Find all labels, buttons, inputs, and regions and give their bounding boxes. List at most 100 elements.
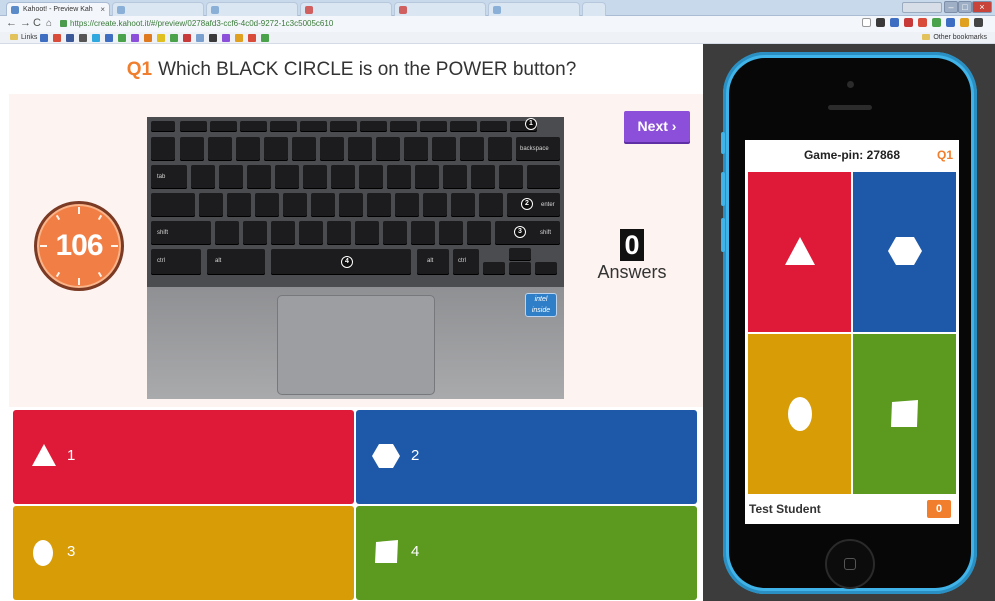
key — [275, 165, 299, 189]
bookmark-icon[interactable] — [170, 34, 178, 42]
answer-tile-4[interactable]: 4 — [356, 506, 697, 600]
home-button[interactable] — [825, 539, 875, 589]
home-square-icon — [844, 558, 856, 570]
extension-icon[interactable] — [946, 18, 955, 27]
key — [439, 221, 463, 245]
timer-value: 106 — [55, 229, 103, 262]
key — [151, 137, 175, 161]
square-icon — [375, 540, 398, 563]
phone-answer-triangle[interactable] — [748, 172, 851, 332]
keyboard: backspace tab enter shift shift ctrl alt… — [147, 117, 564, 287]
menu-icon[interactable] — [974, 18, 983, 27]
extension-icon[interactable] — [904, 18, 913, 27]
answer-tile-3[interactable]: 3 — [13, 506, 354, 600]
tab-background-5[interactable] — [488, 2, 580, 16]
bookmark-links[interactable]: Links — [10, 32, 37, 43]
bookmark-icon[interactable] — [157, 34, 165, 42]
bookmark-icon[interactable] — [79, 34, 87, 42]
bookmark-icon[interactable] — [53, 34, 61, 42]
bookmark-other[interactable]: Other bookmarks — [922, 32, 987, 43]
bookmark-icon[interactable] — [261, 34, 269, 42]
bookmark-icon[interactable] — [105, 34, 113, 42]
key-label: ctrl — [157, 258, 165, 264]
home-icon[interactable]: ⌂ — [46, 17, 52, 30]
key — [320, 137, 344, 161]
bookmark-icon[interactable] — [118, 34, 126, 42]
extension-icon[interactable] — [890, 18, 899, 27]
hexagon-icon — [372, 444, 400, 468]
bookmark-icon[interactable] — [222, 34, 230, 42]
answer-tile-1[interactable]: 1 — [13, 410, 354, 504]
phone-answer-circle[interactable] — [748, 334, 851, 494]
key-label: enter — [541, 202, 555, 208]
forward-icon[interactable]: → — [20, 17, 31, 30]
phone-frame: Game-pin: 27868 Q1 Test Student 0 — [721, 52, 977, 594]
speaker-grille — [828, 105, 872, 110]
camera-icon — [847, 81, 854, 88]
phone-answer-hexagon[interactable] — [853, 172, 956, 332]
star-icon[interactable] — [862, 18, 871, 27]
tab-background-3[interactable] — [300, 2, 392, 16]
answer-label-4: 4 — [411, 543, 420, 560]
folder-icon — [922, 34, 931, 40]
extension-icon[interactable] — [932, 18, 941, 27]
answers-label: Answers — [597, 262, 667, 282]
bookmark-icon[interactable] — [196, 34, 204, 42]
tab-favicon-icon — [493, 6, 501, 14]
tab-background-1[interactable] — [112, 2, 204, 16]
key-label: ctrl — [458, 258, 466, 264]
browser-tabbar: Kahoot! - Preview Kah × – □ × — [0, 0, 995, 16]
key — [208, 137, 232, 161]
bookmark-icon[interactable] — [183, 34, 191, 42]
close-window-icon[interactable]: × — [972, 1, 992, 13]
key — [339, 193, 363, 217]
minimize-icon[interactable]: – — [944, 1, 958, 13]
key — [283, 193, 307, 217]
phone-side-button — [721, 132, 725, 154]
key — [300, 121, 327, 132]
next-button[interactable]: Next › — [624, 111, 690, 142]
new-tab-button[interactable] — [582, 2, 606, 16]
bookmark-icon[interactable] — [131, 34, 139, 42]
triangle-icon — [32, 444, 56, 466]
extension-icon[interactable] — [960, 18, 969, 27]
key — [471, 165, 495, 189]
key — [383, 221, 407, 245]
tab-background-4[interactable] — [394, 2, 486, 16]
tab-favicon-icon — [117, 6, 125, 14]
phone-question-number: Q1 — [936, 148, 953, 162]
device-preview-panel: Game-pin: 27868 Q1 Test Student 0 — [703, 44, 995, 601]
bookmark-icon[interactable] — [235, 34, 243, 42]
tab-favicon-icon — [399, 6, 407, 14]
maximize-icon[interactable]: □ — [958, 1, 972, 13]
profile-chip[interactable] — [902, 2, 942, 13]
bookmark-icon[interactable] — [144, 34, 152, 42]
tab-background-2[interactable] — [206, 2, 298, 16]
bookmark-icon[interactable] — [209, 34, 217, 42]
square-icon — [891, 400, 918, 427]
key — [243, 221, 267, 245]
phone-answer-square[interactable] — [853, 334, 956, 494]
key — [450, 121, 477, 132]
extension-icon[interactable] — [918, 18, 927, 27]
key — [271, 221, 295, 245]
bookmark-icon[interactable] — [248, 34, 256, 42]
tab-kahoot-preview[interactable]: Kahoot! - Preview Kah × — [6, 2, 110, 16]
reload-icon[interactable]: C — [33, 17, 41, 30]
key — [348, 137, 372, 161]
answer-tile-2[interactable]: 2 — [356, 410, 697, 504]
extension-icon[interactable] — [876, 18, 885, 27]
bookmark-icon[interactable] — [40, 34, 48, 42]
extension-icons — [862, 18, 983, 29]
circle-icon — [33, 540, 53, 566]
answers-count: 0 — [620, 229, 644, 261]
bookmark-icon[interactable] — [66, 34, 74, 42]
key-label: shift — [157, 230, 169, 236]
address-bar[interactable]: https://create.kahoot.it/#/preview/0278a… — [60, 17, 860, 30]
close-tab-icon[interactable]: × — [100, 3, 105, 16]
key — [527, 165, 560, 189]
key — [509, 248, 531, 261]
key — [535, 262, 557, 275]
bookmark-icon[interactable] — [92, 34, 100, 42]
back-icon[interactable]: ← — [6, 17, 17, 30]
